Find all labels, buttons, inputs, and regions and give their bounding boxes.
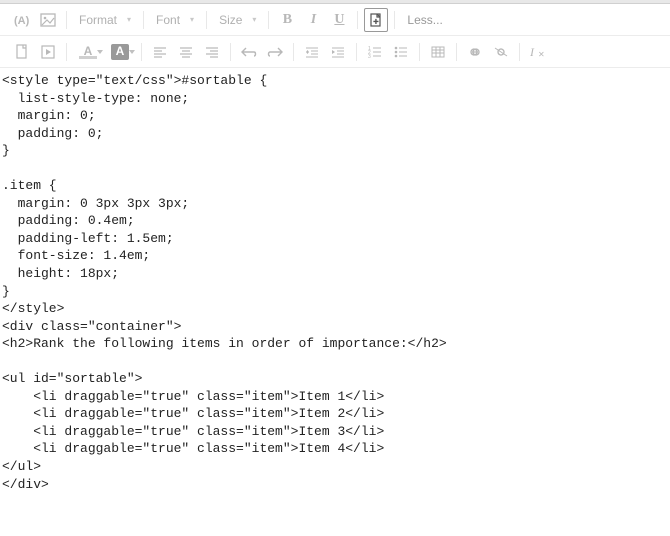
remove-format-icon[interactable]: I✕ <box>526 40 550 64</box>
svg-text:✕: ✕ <box>538 50 545 59</box>
separator <box>357 11 358 29</box>
align-right-icon[interactable] <box>200 40 224 64</box>
template-icon[interactable] <box>36 40 60 64</box>
bg-color-glyph: A <box>116 44 125 58</box>
text-color-glyph: A <box>84 44 93 58</box>
separator <box>356 43 357 61</box>
separator <box>419 43 420 61</box>
align-left-icon[interactable] <box>148 40 172 64</box>
caret-icon <box>97 50 103 54</box>
bullet-list-icon[interactable] <box>389 40 413 64</box>
bold-button[interactable]: B <box>275 8 299 32</box>
italic-glyph: I <box>311 12 316 28</box>
caret-icon: ▾ <box>190 15 194 24</box>
image-icon[interactable] <box>36 8 60 32</box>
undo-icon[interactable] <box>237 40 261 64</box>
separator <box>206 11 207 29</box>
link-icon[interactable] <box>463 40 487 64</box>
separator <box>456 43 457 61</box>
bold-glyph: B <box>283 12 292 28</box>
svg-text:✚: ✚ <box>373 18 379 26</box>
svg-text:I: I <box>530 45 535 59</box>
svg-text:3: 3 <box>368 54 371 58</box>
font-dropdown[interactable]: Font ▾ <box>150 8 200 32</box>
separator <box>268 11 269 29</box>
new-doc-icon[interactable] <box>10 40 34 64</box>
italic-button[interactable]: I <box>301 8 325 32</box>
less-toggle[interactable]: Less... <box>401 13 442 27</box>
underline-button[interactable]: U <box>327 8 351 32</box>
separator <box>519 43 520 61</box>
text-color-button[interactable]: A <box>73 40 103 64</box>
size-dropdown-label: Size <box>219 13 242 27</box>
caret-icon: ▾ <box>252 15 256 24</box>
align-center-icon[interactable] <box>174 40 198 64</box>
toolbar-row-2: A A 123 <box>0 36 670 68</box>
underline-glyph: U <box>334 12 344 28</box>
caret-icon <box>129 50 135 54</box>
format-dropdown-label: Format <box>79 13 117 27</box>
source-icon[interactable]: (A) <box>10 8 34 32</box>
bg-color-button[interactable]: A <box>105 40 135 64</box>
numbered-list-icon[interactable]: 123 <box>363 40 387 64</box>
unlink-icon[interactable] <box>489 40 513 64</box>
separator <box>66 11 67 29</box>
separator <box>394 11 395 29</box>
table-icon[interactable] <box>426 40 450 64</box>
editor-content[interactable]: <style type="text/css">#sortable { list-… <box>0 68 670 497</box>
caret-icon: ▾ <box>127 15 131 24</box>
indent-icon[interactable] <box>326 40 350 64</box>
size-dropdown[interactable]: Size ▾ <box>213 8 262 32</box>
separator <box>293 43 294 61</box>
format-dropdown[interactable]: Format ▾ <box>73 8 137 32</box>
outdent-icon[interactable] <box>300 40 324 64</box>
separator <box>141 43 142 61</box>
new-page-button[interactable]: ✚ <box>364 8 388 32</box>
separator <box>230 43 231 61</box>
font-dropdown-label: Font <box>156 13 180 27</box>
toolbar-row-1: (A) Format ▾ Font ▾ Size ▾ B I U ✚ Less.… <box>0 4 670 36</box>
separator <box>66 43 67 61</box>
svg-text:(A): (A) <box>14 15 30 27</box>
redo-icon[interactable] <box>263 40 287 64</box>
separator <box>143 11 144 29</box>
